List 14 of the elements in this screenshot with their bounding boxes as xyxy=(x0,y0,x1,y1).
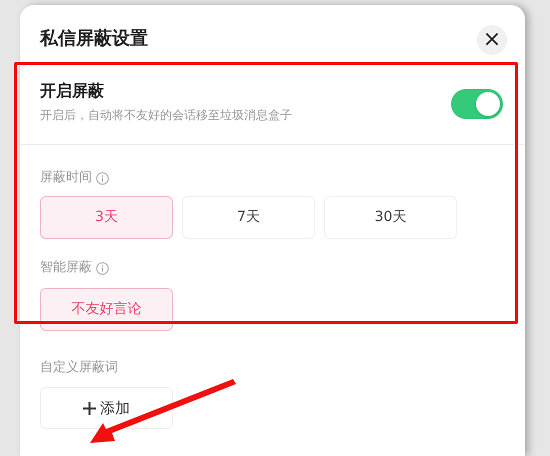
add-button[interactable]: 添加 xyxy=(40,387,173,429)
info-icon xyxy=(96,262,109,274)
section-label: 自定义屏蔽词 xyxy=(40,360,118,375)
info-icon xyxy=(96,172,109,184)
option-button[interactable]: 7天 xyxy=(182,196,315,239)
section-label: 屏蔽时间 xyxy=(40,169,92,187)
toggle-switch[interactable] xyxy=(451,89,503,119)
setting-description: 开启后，自动将不友好的会话移至垃圾消息盒子 xyxy=(40,107,292,124)
section-label: 智能屏蔽 xyxy=(40,259,92,277)
option-button[interactable]: 30天 xyxy=(324,196,457,239)
setting-label: 开启屏蔽 xyxy=(40,80,105,102)
dialog-title: 私信屏蔽设置 xyxy=(40,27,148,51)
close-button[interactable]: × xyxy=(477,25,507,55)
plus-icon xyxy=(83,402,96,414)
